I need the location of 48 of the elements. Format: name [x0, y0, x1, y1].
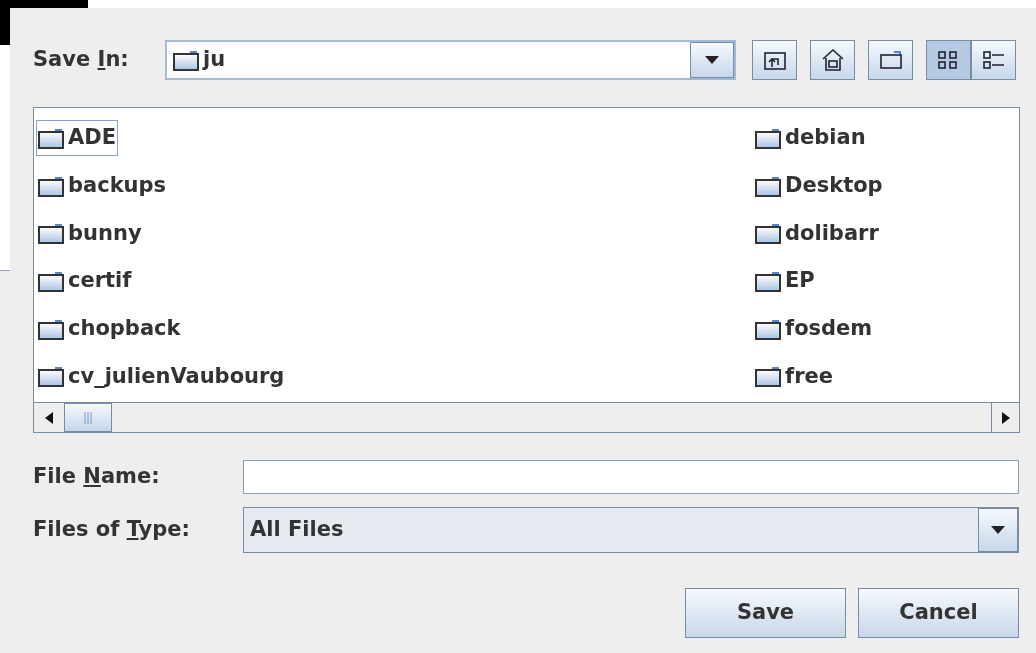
view-toggle-button[interactable] [926, 40, 971, 80]
folder-item[interactable]: free [753, 358, 835, 395]
caret-icon [991, 526, 1005, 534]
save-in-dropdown[interactable]: ju [165, 40, 736, 80]
folder-icon [755, 365, 781, 388]
folder-item[interactable]: bunny [36, 215, 144, 252]
view-toggle-button[interactable] [971, 40, 1016, 80]
folder-item[interactable]: dolibarr [753, 215, 881, 252]
new-folder-icon [878, 50, 903, 70]
folder-up-icon [762, 49, 787, 71]
file-name-label: File Name: [33, 464, 160, 489]
folder-item[interactable]: backups [36, 167, 169, 204]
file-type-label: Files of Type: [33, 517, 190, 542]
folder-item[interactable]: EP [753, 263, 817, 299]
folder-item[interactable]: ADE [36, 120, 119, 156]
details-view-icon [981, 49, 1006, 71]
folder-icon [38, 365, 64, 388]
caret-icon [705, 56, 719, 64]
folder-icon [755, 174, 781, 197]
folder-item[interactable]: cv_julienVaubourg [36, 358, 287, 395]
folder-item[interactable]: Desktop [753, 167, 885, 204]
save-in-label: Save In: [33, 47, 129, 72]
dialog-button[interactable]: Cancel [858, 588, 1019, 638]
dialog-button[interactable]: Save [685, 588, 846, 638]
folder-icon [38, 174, 64, 197]
folder-item[interactable]: chopback [36, 310, 183, 347]
folder-icon [755, 127, 781, 149]
folder-icon [38, 222, 64, 245]
toolbar-button[interactable] [810, 40, 855, 80]
scroll-thumb[interactable] [64, 403, 112, 432]
file-type-value: All Files [249, 516, 345, 544]
folder-icon [38, 270, 64, 292]
horizontal-scrollbar[interactable] [34, 402, 1019, 432]
folder-icon [38, 317, 64, 340]
folder-item[interactable]: fosdem [753, 310, 875, 347]
folder-icon [173, 49, 199, 71]
home-icon [820, 48, 845, 72]
file-type-dropdown[interactable]: All Files [243, 507, 1019, 553]
folder-icon [755, 270, 781, 292]
toolbar-button[interactable] [752, 40, 797, 80]
file-name-field[interactable] [243, 460, 1019, 494]
folder-item[interactable]: debian [753, 120, 868, 156]
folder-icon [755, 222, 781, 245]
folder-icon [38, 127, 64, 149]
folder-item[interactable]: certif [36, 263, 134, 299]
save-in-value: ju [203, 46, 226, 74]
toolbar-button[interactable] [868, 40, 913, 80]
folder-icon [755, 317, 781, 340]
